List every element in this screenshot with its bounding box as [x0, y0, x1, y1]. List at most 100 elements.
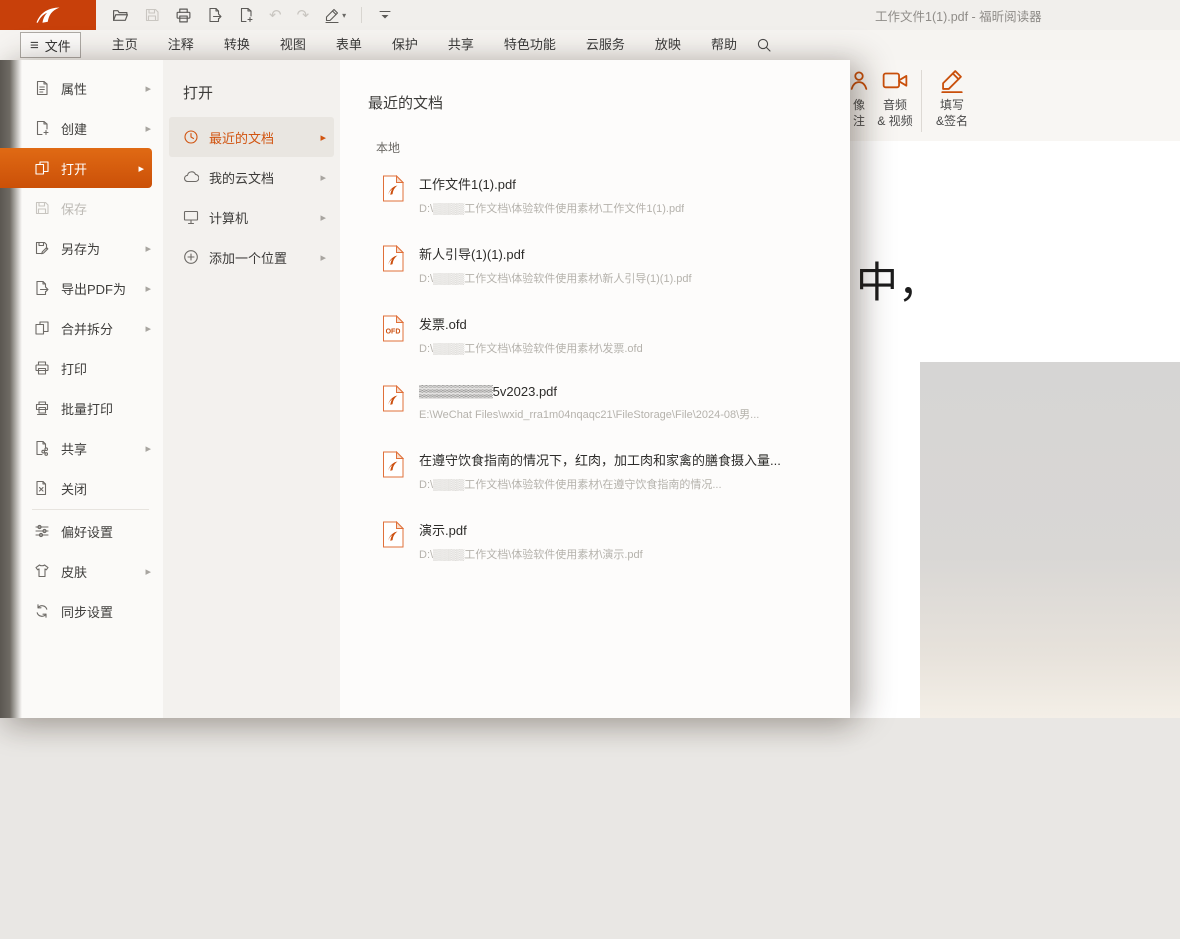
- audio-video-label-line2: & 视频: [877, 114, 912, 130]
- sidebar-item-label: 导出PDF为: [61, 279, 145, 298]
- sidebar-item-print[interactable]: 打印: [0, 348, 163, 388]
- open-panel: 打开 最近的文档 ▸ 我的云文档 ▸ 计算机 ▸ 添加一个位置 ▸: [163, 60, 340, 718]
- sidebar-item-combine-split[interactable]: 合并拆分 ▸: [0, 308, 163, 348]
- sidebar-item-export-pdf[interactable]: 导出PDF为 ▸: [0, 268, 163, 308]
- qat-undo-button: ↶: [269, 8, 282, 23]
- export-document-icon: [207, 7, 223, 23]
- app-logo-button[interactable]: [0, 0, 96, 30]
- combine-split-icon: [34, 320, 50, 336]
- recent-file-item[interactable]: 演示.pdf D:\▒▒▒▒工作文档\体验软件使用素材\演示.pdf: [382, 520, 830, 562]
- open-panel-title: 打开: [163, 60, 340, 117]
- tab-share[interactable]: 共享: [433, 30, 489, 60]
- qat-create-pdf-button[interactable]: [238, 7, 254, 23]
- file-menu-button[interactable]: ≡ 文件: [20, 32, 81, 58]
- sidebar-item-open[interactable]: 打开 ▸: [0, 148, 152, 188]
- open-icon: [34, 160, 50, 176]
- recent-group-label: 本地: [376, 139, 830, 156]
- properties-icon: [34, 80, 50, 96]
- ribbon-partial-label-line1: 像: [853, 98, 865, 114]
- tab-home[interactable]: 主页: [97, 30, 153, 60]
- sidebar-item-save: 保存: [0, 188, 163, 228]
- chevron-right-icon: ▸: [138, 162, 144, 175]
- pdf-file-icon: [382, 521, 404, 548]
- file-name: 新人引导(1)(1).pdf: [419, 244, 692, 263]
- file-path: E:\WeChat Files\wxid_rra1m04nqaqc21\File…: [419, 406, 759, 422]
- foxit-logo-icon: [33, 5, 63, 25]
- ribbon-partial-label-line2: 注: [853, 114, 865, 130]
- open-item-label: 添加一个位置: [209, 248, 287, 267]
- ribbon-fill-sign-button[interactable]: 填写 &签名: [925, 67, 979, 129]
- print-icon: [34, 360, 50, 376]
- qat-print-button[interactable]: [175, 7, 192, 24]
- recent-file-item[interactable]: 在遵守饮食指南的情况下，红肉，加工肉和家禽的膳食摄入量... D:\▒▒▒▒工作…: [382, 450, 830, 492]
- ribbon-audio-video-button[interactable]: 音频 & 视频: [868, 67, 922, 129]
- redo-icon: ↷: [297, 8, 310, 23]
- sidebar-item-label: 同步设置: [61, 602, 155, 621]
- sidebar-item-batch-print[interactable]: 批量打印: [0, 388, 163, 428]
- open-item-computer[interactable]: 计算机 ▸: [169, 197, 334, 237]
- document-text: 中，: [856, 249, 940, 310]
- qat-open-button[interactable]: [112, 7, 129, 24]
- sidebar-item-label: 创建: [61, 119, 145, 138]
- recent-file-item[interactable]: 工作文件1(1).pdf D:\▒▒▒▒工作文档\体验软件使用素材\工作文件1(…: [382, 174, 830, 216]
- pdf-file-icon: [382, 385, 404, 412]
- save-icon: [144, 7, 160, 23]
- tab-slideshow[interactable]: 放映: [640, 30, 696, 60]
- tab-cloud-services[interactable]: 云服务: [571, 30, 640, 60]
- tab-convert[interactable]: 转换: [209, 30, 265, 60]
- tab-special-features[interactable]: 特色功能: [489, 30, 571, 60]
- qat-customize-button[interactable]: [377, 7, 393, 23]
- file-name: 工作文件1(1).pdf: [419, 174, 684, 193]
- sidebar-item-sync-settings[interactable]: 同步设置: [0, 591, 163, 631]
- chevron-right-icon: ▸: [145, 122, 151, 135]
- tab-form[interactable]: 表单: [321, 30, 377, 60]
- pencil-sign-icon: [939, 67, 965, 93]
- sidebar-item-skins[interactable]: 皮肤 ▸: [0, 551, 163, 591]
- sidebar-item-label: 批量打印: [61, 399, 155, 418]
- chevron-right-icon: ▸: [145, 442, 151, 455]
- file-menu-sidebar: 属性 ▸ 创建 ▸ 打开 ▸ 保存 另存为 ▸ 导出PDF为 ▸: [0, 60, 163, 718]
- qat-ink-sign-button[interactable]: ▾: [324, 7, 346, 23]
- create-document-icon: [238, 7, 254, 23]
- sidebar-item-save-as[interactable]: 另存为 ▸: [0, 228, 163, 268]
- title-bar: ↶ ↷ ▾ 工作文件1(1).pdf - 福昕阅读器: [0, 0, 1180, 30]
- sidebar-item-close[interactable]: 关闭: [0, 468, 163, 508]
- save-as-icon: [34, 240, 50, 256]
- recent-file-item[interactable]: 发票.ofd D:\▒▒▒▒工作文档\体验软件使用素材\发票.ofd: [382, 314, 830, 356]
- qat-export-pdf-button[interactable]: [207, 7, 223, 23]
- ribbon-group-divider: [921, 70, 922, 132]
- batch-print-icon: [34, 400, 50, 416]
- tab-comment[interactable]: 注释: [153, 30, 209, 60]
- recent-file-item[interactable]: ▒▒▒▒▒▒▒▒5v2023.pdf E:\WeChat Files\wxid_…: [382, 384, 830, 422]
- sidebar-item-share[interactable]: 共享 ▸: [0, 428, 163, 468]
- sidebar-item-label: 保存: [61, 199, 155, 218]
- file-path: D:\▒▒▒▒工作文档\体验软件使用素材\工作文件1(1).pdf: [419, 200, 684, 216]
- search-button[interactable]: [756, 37, 772, 53]
- share-icon: [34, 440, 50, 456]
- sidebar-item-preferences[interactable]: 偏好设置: [0, 511, 163, 551]
- export-pdf-icon: [34, 280, 50, 296]
- open-item-recent-documents[interactable]: 最近的文档 ▸: [169, 117, 334, 157]
- sidebar-item-label: 另存为: [61, 239, 145, 258]
- tab-view[interactable]: 视图: [265, 30, 321, 60]
- open-item-add-a-place[interactable]: 添加一个位置 ▸: [169, 237, 334, 277]
- sidebar-item-label: 偏好设置: [61, 522, 155, 541]
- tab-protect[interactable]: 保护: [377, 30, 433, 60]
- clock-icon: [183, 129, 199, 145]
- toolbar-separator: [361, 7, 362, 23]
- chevron-right-icon: ▸: [145, 322, 151, 335]
- recent-file-item[interactable]: 新人引导(1)(1).pdf D:\▒▒▒▒工作文档\体验软件使用素材\新人引导…: [382, 244, 830, 286]
- open-item-my-cloud-documents[interactable]: 我的云文档 ▸: [169, 157, 334, 197]
- chevron-right-icon: ▸: [320, 211, 326, 224]
- sidebar-item-create[interactable]: 创建 ▸: [0, 108, 163, 148]
- ribbon-tabs: 主页 注释 转换 视图 表单 保护 共享 特色功能 云服务 放映 帮助: [97, 30, 752, 60]
- tab-help[interactable]: 帮助: [696, 30, 752, 60]
- pen-icon: [324, 7, 340, 23]
- recent-documents-title: 最近的文档: [368, 92, 830, 113]
- sidebar-item-properties[interactable]: 属性 ▸: [0, 68, 163, 108]
- chevron-right-icon: ▸: [145, 565, 151, 578]
- sidebar-item-label: 合并拆分: [61, 319, 145, 338]
- open-item-label: 我的云文档: [209, 168, 274, 187]
- quick-access-toolbar: ↶ ↷ ▾: [112, 7, 393, 24]
- file-path: D:\▒▒▒▒工作文档\体验软件使用素材\在遵守饮食指南的情况...: [419, 476, 781, 492]
